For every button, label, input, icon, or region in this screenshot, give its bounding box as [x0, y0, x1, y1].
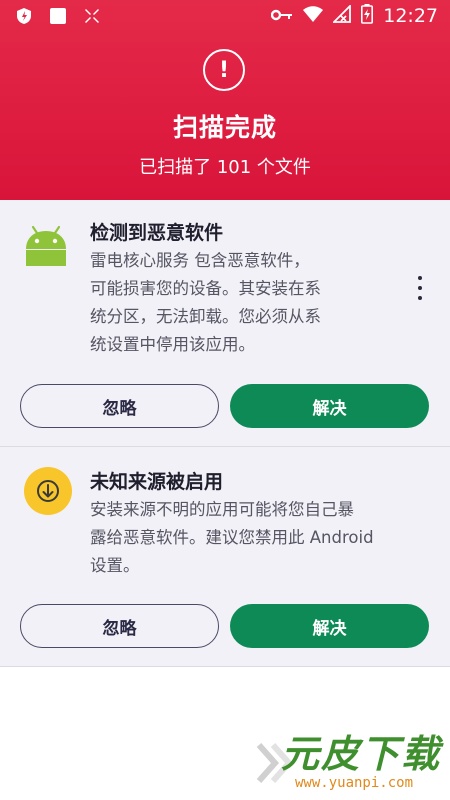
description-line: 雷电核心服务 包含恶意软件，: [90, 251, 310, 270]
ignore-button[interactable]: 忽略: [20, 384, 219, 428]
shield-icon: [14, 6, 34, 26]
description-line: 可能损害您的设备。其安装在系: [90, 279, 321, 298]
battery-charging-icon: [361, 4, 374, 28]
watermark-text: 元皮下载: [281, 732, 442, 776]
resolve-button[interactable]: 解决: [230, 604, 429, 648]
square-icon: [48, 6, 68, 26]
key-icon: [271, 7, 293, 26]
watermark-url: www.yuanpi.com: [295, 775, 414, 791]
description-line: 统分区，无法卸载。您必须从系: [90, 307, 321, 326]
tool-icon: [82, 6, 102, 26]
page-title: 扫描完成: [172, 113, 277, 142]
more-options-icon[interactable]: [412, 276, 428, 300]
issue-description: 雷电核心服务 包含恶意软件， 可能损害您的设备。其安装在系 统分区，无法卸载。您…: [90, 247, 390, 359]
issue-card-malware: 检测到恶意软件 雷电核心服务 包含恶意软件， 可能损害您的设备。其安装在系 统分…: [0, 200, 450, 447]
issue-title: 检测到恶意软件: [90, 222, 224, 244]
wifi-icon: [303, 6, 324, 26]
no-signal-icon: [332, 3, 352, 27]
description-line: 统设置中停用该应用。: [90, 335, 255, 354]
description-line: 设置。: [90, 556, 140, 575]
issue-title: 未知来源被启用: [90, 471, 224, 493]
android-icon: [24, 222, 68, 270]
issue-description: 安装来源不明的应用可能将您自己暴 露给恶意软件。建议您禁用此 Android 设…: [90, 496, 435, 580]
issue-list: 检测到恶意软件 雷电核心服务 包含恶意软件， 可能损害您的设备。其安装在系 统分…: [0, 200, 450, 667]
warning-icon: !: [203, 49, 245, 91]
status-time: 12:27: [383, 5, 438, 27]
watermark-logo: 元皮下载 www.yuanpi.com: [255, 723, 450, 800]
scan-result-header: 12:27 ! 扫描完成 已扫描了 101 个文件: [0, 0, 450, 200]
ignore-button[interactable]: 忽略: [20, 604, 219, 648]
description-line: 露给恶意软件。建议您禁用此 Android: [90, 528, 374, 547]
issue-card-unknown-sources: 未知来源被启用 安装来源不明的应用可能将您自己暴 露给恶意软件。建议您禁用此 A…: [0, 447, 450, 667]
status-bar: 12:27: [0, 0, 450, 32]
description-line: 安装来源不明的应用可能将您自己暴: [90, 500, 354, 519]
scan-summary: 已扫描了 101 个文件: [139, 157, 311, 178]
resolve-button[interactable]: 解决: [230, 384, 429, 428]
download-icon: [24, 467, 72, 519]
